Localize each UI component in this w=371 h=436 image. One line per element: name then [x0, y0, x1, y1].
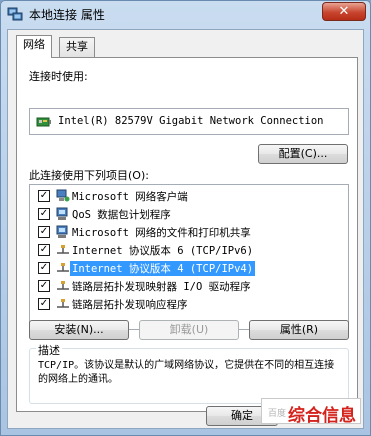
- list-item[interactable]: ✓ Microsoft 网络的文件和打印机共享: [30, 224, 348, 241]
- item-label: QoS 数据包计划程序: [72, 209, 171, 221]
- network-adapter-icon: [36, 117, 51, 127]
- item-checkbox[interactable]: ✓: [38, 226, 50, 238]
- list-item[interactable]: ✓ QoS 数据包计划程序: [30, 206, 348, 223]
- description-text: TCP/IP。该协议是默认的广域网络协议，它提供在不同的相互连接的网络上的通讯。: [38, 360, 335, 385]
- list-item[interactable]: ✓ Microsoft 网络客户端: [30, 188, 348, 205]
- items-label: 此连接使用下列项目(O):: [29, 169, 149, 182]
- qos-scheduler-icon: [56, 207, 68, 220]
- list-item-selected[interactable]: ✓ Internet 协议版本 4 (TCP/IPv4): [30, 260, 348, 277]
- protocol-icon: [57, 245, 69, 254]
- item-label: 链路层拓扑发现响应程序: [72, 299, 188, 311]
- list-item[interactable]: ✓ Internet 协议版本 6 (TCP/IPv6): [30, 242, 348, 259]
- description-group: 描述 TCP/IP。该协议是默认的广域网络协议，它提供在不同的相互连接的网络上的…: [29, 342, 349, 404]
- watermark-text: 综合信息: [288, 406, 356, 426]
- item-label: Internet 协议版本 4 (TCP/IPv4): [70, 261, 256, 276]
- file-printer-sharing-icon: [56, 225, 68, 238]
- connect-using-label: 连接时使用:: [29, 70, 88, 83]
- protocol-icon: [57, 281, 69, 290]
- protocol-icon: [57, 263, 69, 272]
- window-title: 本地连接 属性: [29, 8, 105, 22]
- item-checkbox[interactable]: ✓: [38, 280, 50, 292]
- protocol-icon: [57, 299, 69, 308]
- item-label: Microsoft 网络的文件和打印机共享: [72, 227, 251, 239]
- item-label: Microsoft 网络客户端: [72, 191, 188, 203]
- list-item[interactable]: ✓ 链路层拓扑发现响应程序: [30, 296, 348, 313]
- item-checkbox[interactable]: ✓: [38, 190, 50, 202]
- close-button[interactable]: ✕: [322, 2, 366, 21]
- item-checkbox[interactable]: ✓: [38, 208, 50, 220]
- tab-panel: 连接时使用: Intel(R) 82579V Gigabit Network C…: [16, 57, 358, 412]
- dialog-body: 网络 共享 连接时使用: Intel(R) 82579V Gigabit Net…: [7, 29, 364, 429]
- item-checkbox[interactable]: ✓: [38, 262, 50, 274]
- list-item[interactable]: ✓ 链路层拓扑发现映射器 I/O 驱动程序: [30, 278, 348, 295]
- adapter-field: Intel(R) 82579V Gigabit Network Connecti…: [29, 108, 349, 135]
- title-bar[interactable]: 本地连接 属性 ✕: [1, 1, 370, 27]
- tab-network[interactable]: 网络: [16, 35, 52, 58]
- item-checkbox[interactable]: ✓: [38, 244, 50, 256]
- properties-button[interactable]: 属性(R): [249, 320, 349, 340]
- install-button[interactable]: 安装(N)...: [29, 320, 129, 340]
- uninstall-button[interactable]: 卸载(U): [139, 320, 239, 340]
- configure-button[interactable]: 配置(C)...: [258, 144, 348, 164]
- components-list[interactable]: ✓ Microsoft 网络客户端 ✓ QoS 数据包计划程序 ✓ Micros…: [29, 184, 349, 330]
- item-label: Internet 协议版本 6 (TCP/IPv6): [72, 245, 254, 257]
- network-connection-icon: [7, 7, 23, 21]
- description-title: 描述: [36, 342, 62, 358]
- tab-sharing[interactable]: 共享: [59, 37, 95, 57]
- properties-dialog: 本地连接 属性 ✕ 网络 共享 连接时使用: Intel(R) 82579V G…: [0, 0, 371, 436]
- watermark: 百度 综合信息: [261, 398, 361, 426]
- item-label: 链路层拓扑发现映射器 I/O 驱动程序: [72, 281, 251, 293]
- item-checkbox[interactable]: ✓: [38, 298, 50, 310]
- adapter-name: Intel(R) 82579V Gigabit Network Connecti…: [58, 115, 324, 127]
- network-client-icon: [56, 189, 70, 202]
- watermark-faint-text: 百度: [267, 409, 286, 419]
